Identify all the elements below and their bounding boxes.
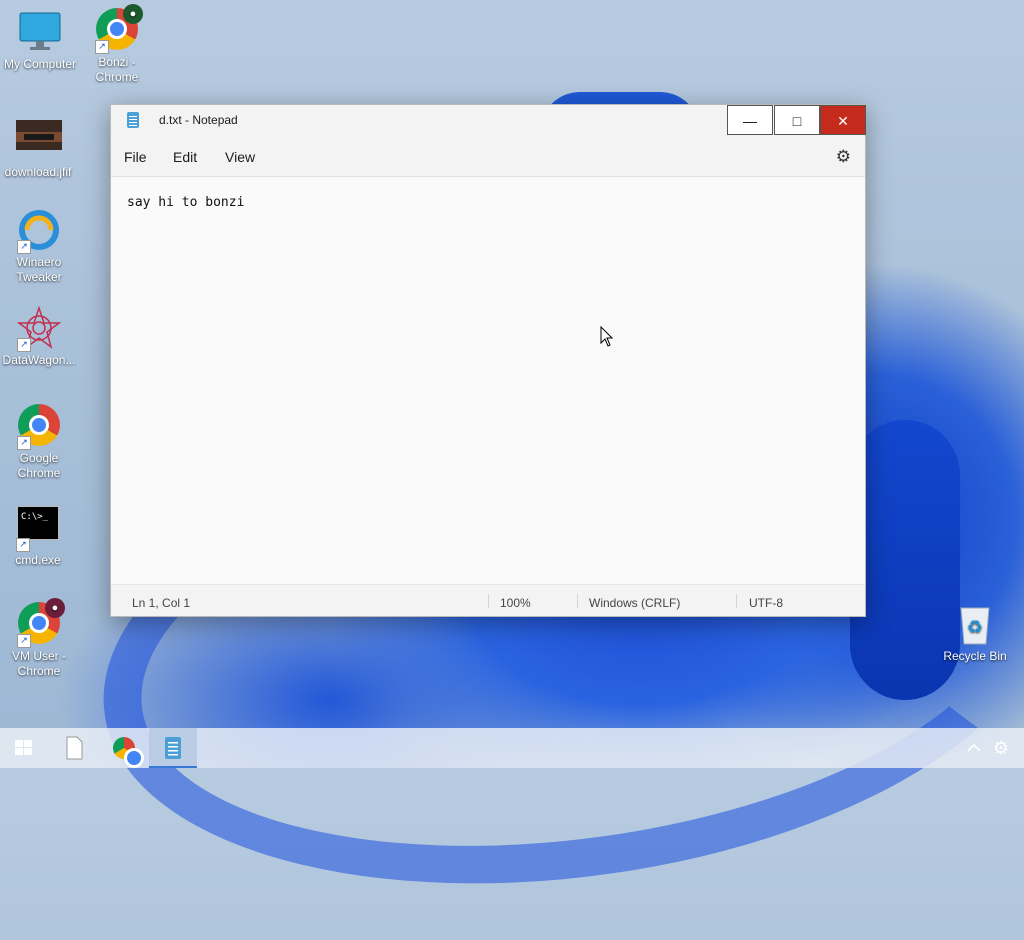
desktop-icon-download-jfif[interactable]: download.jfif <box>0 118 78 180</box>
taskbar-notepad[interactable] <box>149 728 197 768</box>
gear-icon: ⚙ <box>992 738 1010 758</box>
desktop-icon-cmd[interactable]: C:\>_ ↗ cmd.exe <box>0 506 78 568</box>
notepad-icon <box>165 737 181 759</box>
desktop-icon-label: VM User - <box>12 649 66 663</box>
text-editor[interactable]: say hi to bonzi <box>111 177 865 585</box>
status-cursor-position: Ln 1, Col 1 <box>132 596 191 610</box>
shortcut-arrow-icon: ↗ <box>17 240 31 254</box>
desktop-icon-label: Chrome <box>95 70 139 84</box>
desktop-icon-datawagon[interactable]: ↗ DataWagon... <box>0 305 79 368</box>
editor-content: say hi to bonzi <box>127 195 245 210</box>
shortcut-arrow-icon: ↗ <box>95 40 109 54</box>
notepad-window[interactable]: d.txt - Notepad — □ ✕ File Edit View ⚙ s… <box>110 104 866 617</box>
tray-settings-button[interactable]: ⚙ <box>978 728 1024 768</box>
start-button[interactable] <box>0 728 48 768</box>
maximize-button[interactable]: □ <box>774 105 820 135</box>
shortcut-arrow-icon: ↗ <box>16 538 30 552</box>
desktop-icon-bonzi-chrome[interactable]: ● ↗ Bonzi - Chrome <box>77 4 157 85</box>
status-zoom: 100% <box>500 596 531 610</box>
desktop-icon-google-chrome[interactable]: ↗ Google Chrome <box>0 404 79 481</box>
desktop-icon-label: Chrome <box>17 466 61 480</box>
status-divider <box>577 594 578 608</box>
desktop-icon-label: DataWagon... <box>2 353 76 367</box>
monitor-icon <box>18 10 62 54</box>
menu-view[interactable]: View <box>225 149 255 165</box>
profile-badge-icon: ● <box>123 4 143 24</box>
start-icon <box>15 740 32 755</box>
recycle-bin-icon: ♻ <box>953 602 997 646</box>
profile-badge-icon: ● <box>45 598 65 618</box>
desktop-icon-label: Google <box>19 451 59 465</box>
close-button[interactable]: ✕ <box>820 105 866 135</box>
title-bar[interactable]: d.txt - Notepad — □ ✕ <box>111 105 866 136</box>
settings-gear-icon[interactable]: ⚙ <box>836 147 851 167</box>
menu-edit[interactable]: Edit <box>173 149 197 165</box>
minimize-button[interactable]: — <box>727 105 773 135</box>
desktop-icon-label: download.jfif <box>4 165 72 179</box>
desktop-icon-label: Tweaker <box>16 270 62 284</box>
winaero-icon: ↗ <box>17 208 61 254</box>
shortcut-arrow-icon: ↗ <box>17 436 31 450</box>
window-title: d.txt - Notepad <box>159 113 238 127</box>
taskbar-chrome[interactable] <box>100 728 148 768</box>
mouse-pointer-icon <box>600 326 614 347</box>
status-bar: Ln 1, Col 1 100% Windows (CRLF) UTF-8 <box>111 584 865 616</box>
desktop-icon-recycle-bin[interactable]: ♻ Recycle Bin <box>935 602 1015 664</box>
desktop-icon-my-computer[interactable]: My Computer <box>0 10 80 72</box>
terminal-icon: C:\>_ <box>17 506 59 540</box>
notepad-icon <box>127 112 139 128</box>
taskbar-file-explorer[interactable] <box>50 728 98 768</box>
desktop-icon-label: Recycle Bin <box>943 649 1007 663</box>
desktop-icon-label: Winaero <box>16 255 62 269</box>
status-divider <box>736 594 737 608</box>
shortcut-arrow-icon: ↗ <box>17 338 31 352</box>
status-line-ending: Windows (CRLF) <box>589 596 681 610</box>
menu-bar: File Edit View ⚙ <box>111 136 865 177</box>
desktop-icon-label: Chrome <box>17 664 61 678</box>
file-explorer-icon <box>66 736 83 760</box>
desktop-icon-label: Bonzi - <box>98 55 136 69</box>
desktop-icon-winaero-tweaker[interactable]: ↗ Winaero Tweaker <box>0 208 79 285</box>
chrome-icon <box>113 737 144 768</box>
taskbar: ⚙ <box>0 728 1024 768</box>
shortcut-arrow-icon: ↗ <box>17 634 31 648</box>
desktop-icon-label: cmd.exe <box>15 553 61 567</box>
menu-file[interactable]: File <box>124 149 147 165</box>
desktop-icon-label: My Computer <box>3 57 77 71</box>
datawagon-icon: ↗ <box>16 305 62 352</box>
image-file-icon <box>16 118 62 162</box>
status-encoding: UTF-8 <box>749 596 783 610</box>
desktop-icon-vm-user-chrome[interactable]: ● ↗ VM User - Chrome <box>0 598 79 679</box>
svg-text:♻: ♻ <box>967 617 983 638</box>
status-divider <box>488 594 489 608</box>
